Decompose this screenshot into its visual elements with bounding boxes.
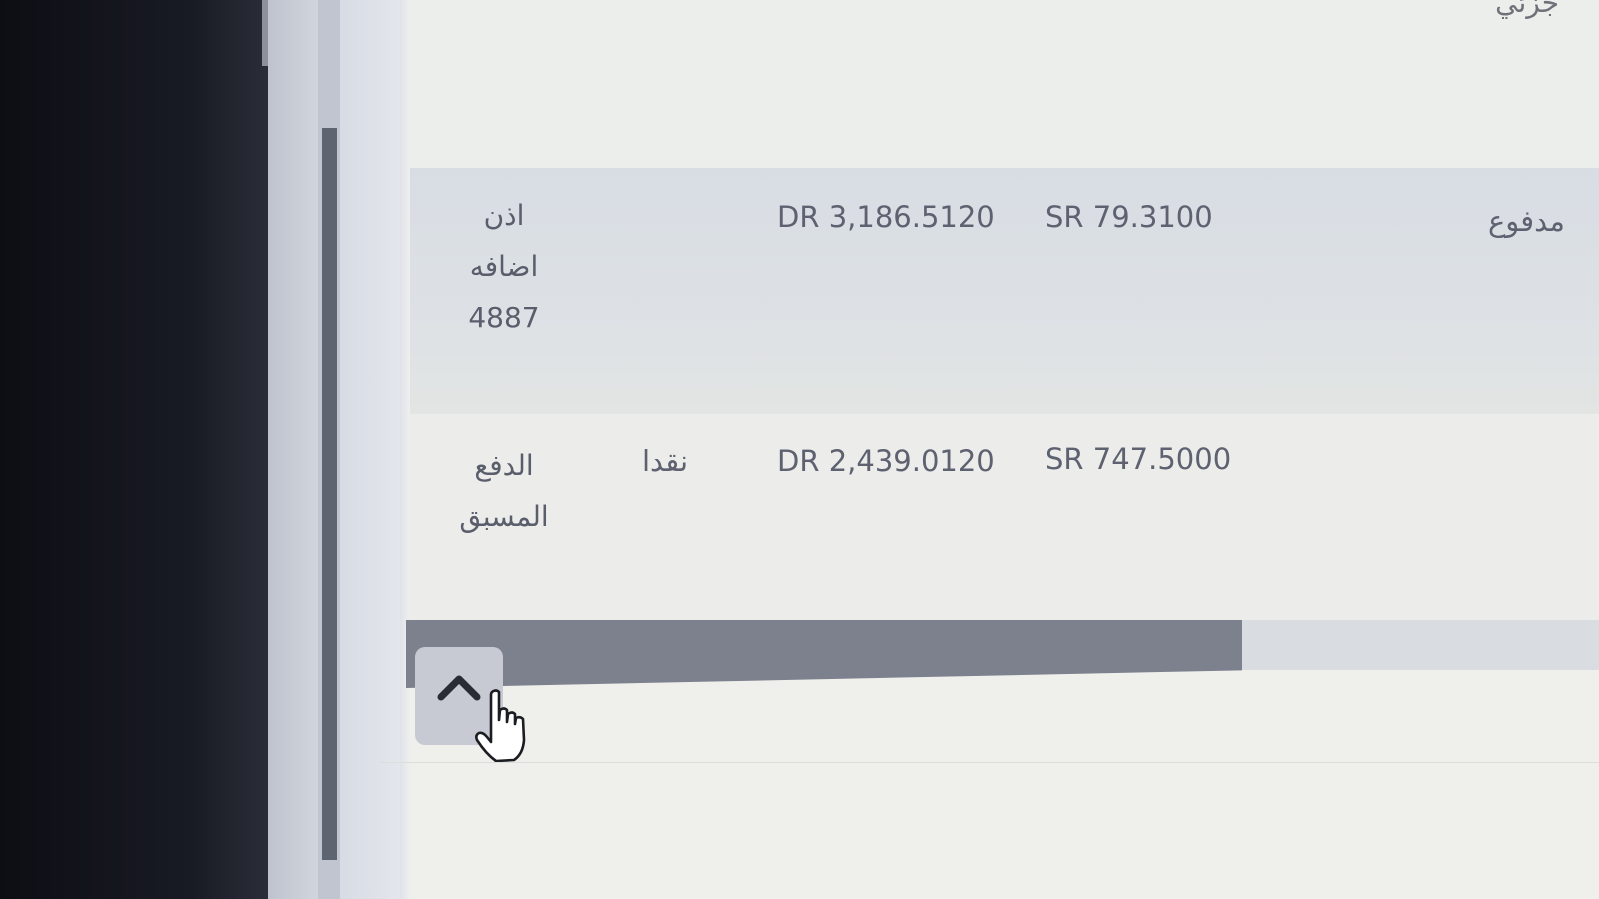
payment-method-cell: نقدا [642, 444, 689, 478]
debit-amount-cell: DR 2,439.0120 [777, 444, 995, 478]
transactions-table: جزئي اذن اضافه 4887 DR 3,186.5120 SR 79.… [410, 0, 1599, 899]
clipped-header-text: جزئي [1495, 0, 1559, 19]
transaction-type-cell: اذن اضافه 4887 [468, 199, 540, 334]
table-row[interactable]: اذن اضافه 4887 DR 3,186.5120 SR 79.3100 … [410, 168, 1599, 414]
sr-amount-cell: SR 747.5000 [1045, 442, 1232, 476]
table-header-region: جزئي [410, 0, 1599, 168]
sidebar-panel [268, 0, 413, 899]
sr-amount-cell: SR 79.3100 [1045, 200, 1213, 234]
payment-status-cell: مدفوع [1488, 204, 1565, 238]
hand-cursor-icon [475, 689, 526, 763]
transaction-type-cell: الدفع المسبق [459, 449, 549, 533]
debit-amount-cell: DR 3,186.5120 [777, 200, 995, 234]
divider [380, 762, 1599, 763]
sidebar-scrollbar-thumb[interactable] [322, 128, 337, 860]
table-row[interactable]: الدفع المسبق نقدا DR 2,439.0120 SR 747.5… [410, 414, 1599, 622]
desktop-background [0, 0, 275, 899]
